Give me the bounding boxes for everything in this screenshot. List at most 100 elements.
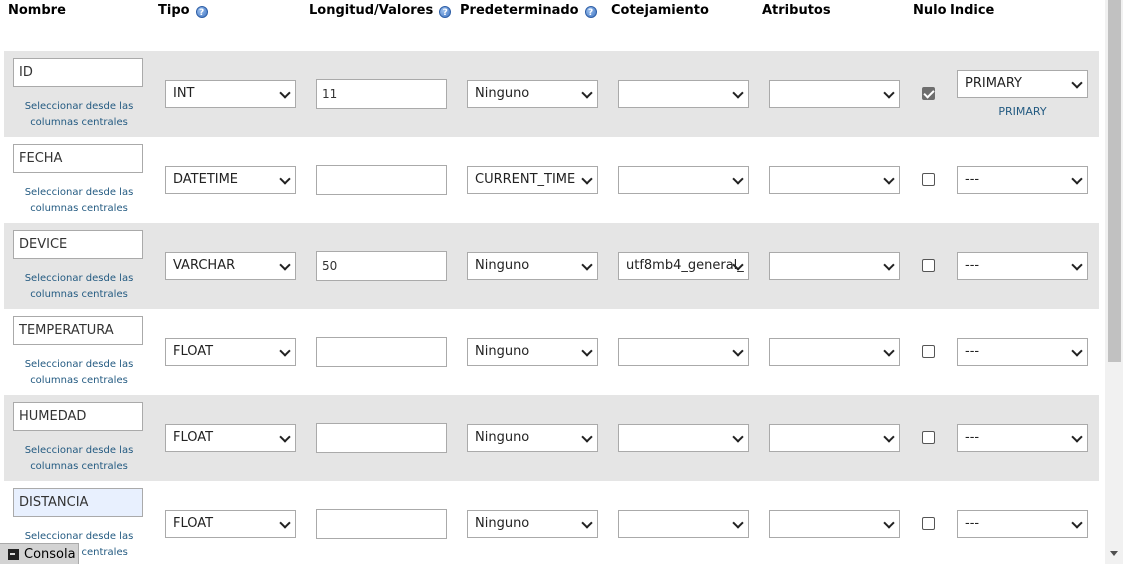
header-nulo: Nulo [913,3,947,18]
header-atributos: Atributos [762,3,831,18]
console-toggle[interactable]: Consola [0,543,79,564]
index-value: --- [965,172,980,187]
central-link-line: columnas centrales [30,117,128,128]
type-select[interactable]: FLOAT [165,510,296,538]
collation-select[interactable] [618,338,749,366]
index-select[interactable]: --- [957,510,1088,538]
null-checkbox[interactable] [922,431,935,444]
columns-table: ID Seleccionar desde las columnas centra… [4,51,1099,567]
type-select[interactable]: DATETIME [165,166,296,194]
default-select[interactable]: Ninguno [467,510,598,538]
null-checkbox[interactable] [922,173,935,186]
length-input[interactable]: 11 [316,79,447,109]
type-select[interactable]: VARCHAR [165,252,296,280]
help-icon[interactable]: ? [195,6,208,18]
collation-select[interactable] [618,80,749,108]
default-select[interactable]: CURRENT_TIME [467,166,598,194]
chevron-down-icon [1071,259,1083,271]
null-checkbox[interactable] [922,345,935,358]
column-name-input[interactable]: FECHA [13,144,143,173]
header-cotejamiento: Cotejamiento [611,3,709,18]
index-primary-link[interactable]: PRIMARY [957,105,1088,118]
collation-select[interactable] [618,510,749,538]
collation-select[interactable] [618,166,749,194]
length-input[interactable]: 50 [316,251,447,281]
default-select[interactable]: Ninguno [467,424,598,452]
chevron-down-icon [279,87,291,99]
chevron-down-icon [1071,517,1083,529]
select-central-columns-link[interactable]: Seleccionar desde las columnas centrales [13,357,145,389]
index-select[interactable]: --- [957,338,1088,366]
help-icon[interactable]: ? [584,6,597,18]
table-row: ID Seleccionar desde las columnas centra… [4,51,1099,137]
null-checkbox[interactable] [922,517,935,530]
chevron-down-icon [1071,431,1083,443]
type-select[interactable]: INT [165,80,296,108]
console-label: Consola [24,546,76,562]
default-select[interactable]: Ninguno [467,80,598,108]
chevron-down-icon [732,517,744,529]
chevron-down-icon [732,173,744,185]
chevron-down-icon [1071,173,1083,185]
attributes-select[interactable] [769,510,900,538]
column-name-input[interactable]: DEVICE [13,230,143,259]
index-select[interactable]: --- [957,252,1088,280]
attributes-select[interactable] [769,80,900,108]
attributes-select[interactable] [769,424,900,452]
select-central-columns-link[interactable]: Seleccionar desde las columnas centrales [13,443,145,475]
central-link-line: columnas centrales [30,289,128,300]
type-value: VARCHAR [173,258,236,273]
chevron-down-icon [883,87,895,99]
help-icon[interactable]: ? [439,6,452,18]
column-name-input[interactable]: TEMPERATURA [13,316,143,345]
attributes-select[interactable] [769,252,900,280]
length-input[interactable] [316,423,447,453]
header-longitud-label: Longitud/Valores [309,3,434,18]
central-link-line: Seleccionar desde las [24,101,134,112]
scroll-down-arrow-icon[interactable] [1110,551,1118,556]
type-select[interactable]: FLOAT [165,338,296,366]
chevron-down-icon [883,431,895,443]
scrollbar-thumb[interactable] [1108,0,1121,362]
chevron-down-icon [279,517,291,529]
type-value: FLOAT [173,344,214,359]
collation-select[interactable]: utf8mb4_general_ [618,252,749,280]
select-central-columns-link[interactable]: Seleccionar desde las columnas centrales [13,99,145,131]
index-select[interactable]: --- [957,424,1088,452]
table-row: FECHA Seleccionar desde las columnas cen… [4,137,1099,223]
null-checkbox[interactable] [922,87,935,100]
type-select[interactable]: FLOAT [165,424,296,452]
select-central-columns-link[interactable]: Seleccionar desde las columnas centrales [13,271,145,303]
central-link-line: Seleccionar desde las [24,445,134,456]
attributes-select[interactable] [769,338,900,366]
chevron-down-icon [279,431,291,443]
length-input[interactable] [316,509,447,539]
index-value: --- [965,258,980,273]
default-value: Ninguno [475,344,530,359]
attributes-select[interactable] [769,166,900,194]
default-select[interactable]: Ninguno [467,338,598,366]
collation-select[interactable] [618,424,749,452]
default-select[interactable]: Ninguno [467,252,598,280]
central-link-line: columnas centrales [30,461,128,472]
central-link-line: Seleccionar desde las [24,273,134,284]
length-input[interactable] [316,165,447,195]
column-name-input[interactable]: HUMEDAD [13,402,143,431]
column-name-input[interactable]: ID [13,58,143,87]
type-value: FLOAT [173,430,214,445]
index-select[interactable]: --- [957,166,1088,194]
null-checkbox[interactable] [922,259,935,272]
index-select[interactable]: PRIMARY [957,70,1088,98]
select-central-columns-link[interactable]: Seleccionar desde las columnas centrales [13,185,145,217]
header-predeterminado-label: Predeterminado [460,3,579,18]
chevron-down-icon [883,345,895,357]
header-tipo-label: Tipo [158,3,190,18]
length-input[interactable] [316,337,447,367]
index-value: PRIMARY [965,76,1022,91]
default-value: Ninguno [475,516,530,531]
chevron-down-icon [581,345,593,357]
chevron-down-icon [883,173,895,185]
index-value: --- [965,430,980,445]
header-indice: Indice [950,3,995,18]
column-name-input[interactable]: DISTANCIA [13,488,143,517]
